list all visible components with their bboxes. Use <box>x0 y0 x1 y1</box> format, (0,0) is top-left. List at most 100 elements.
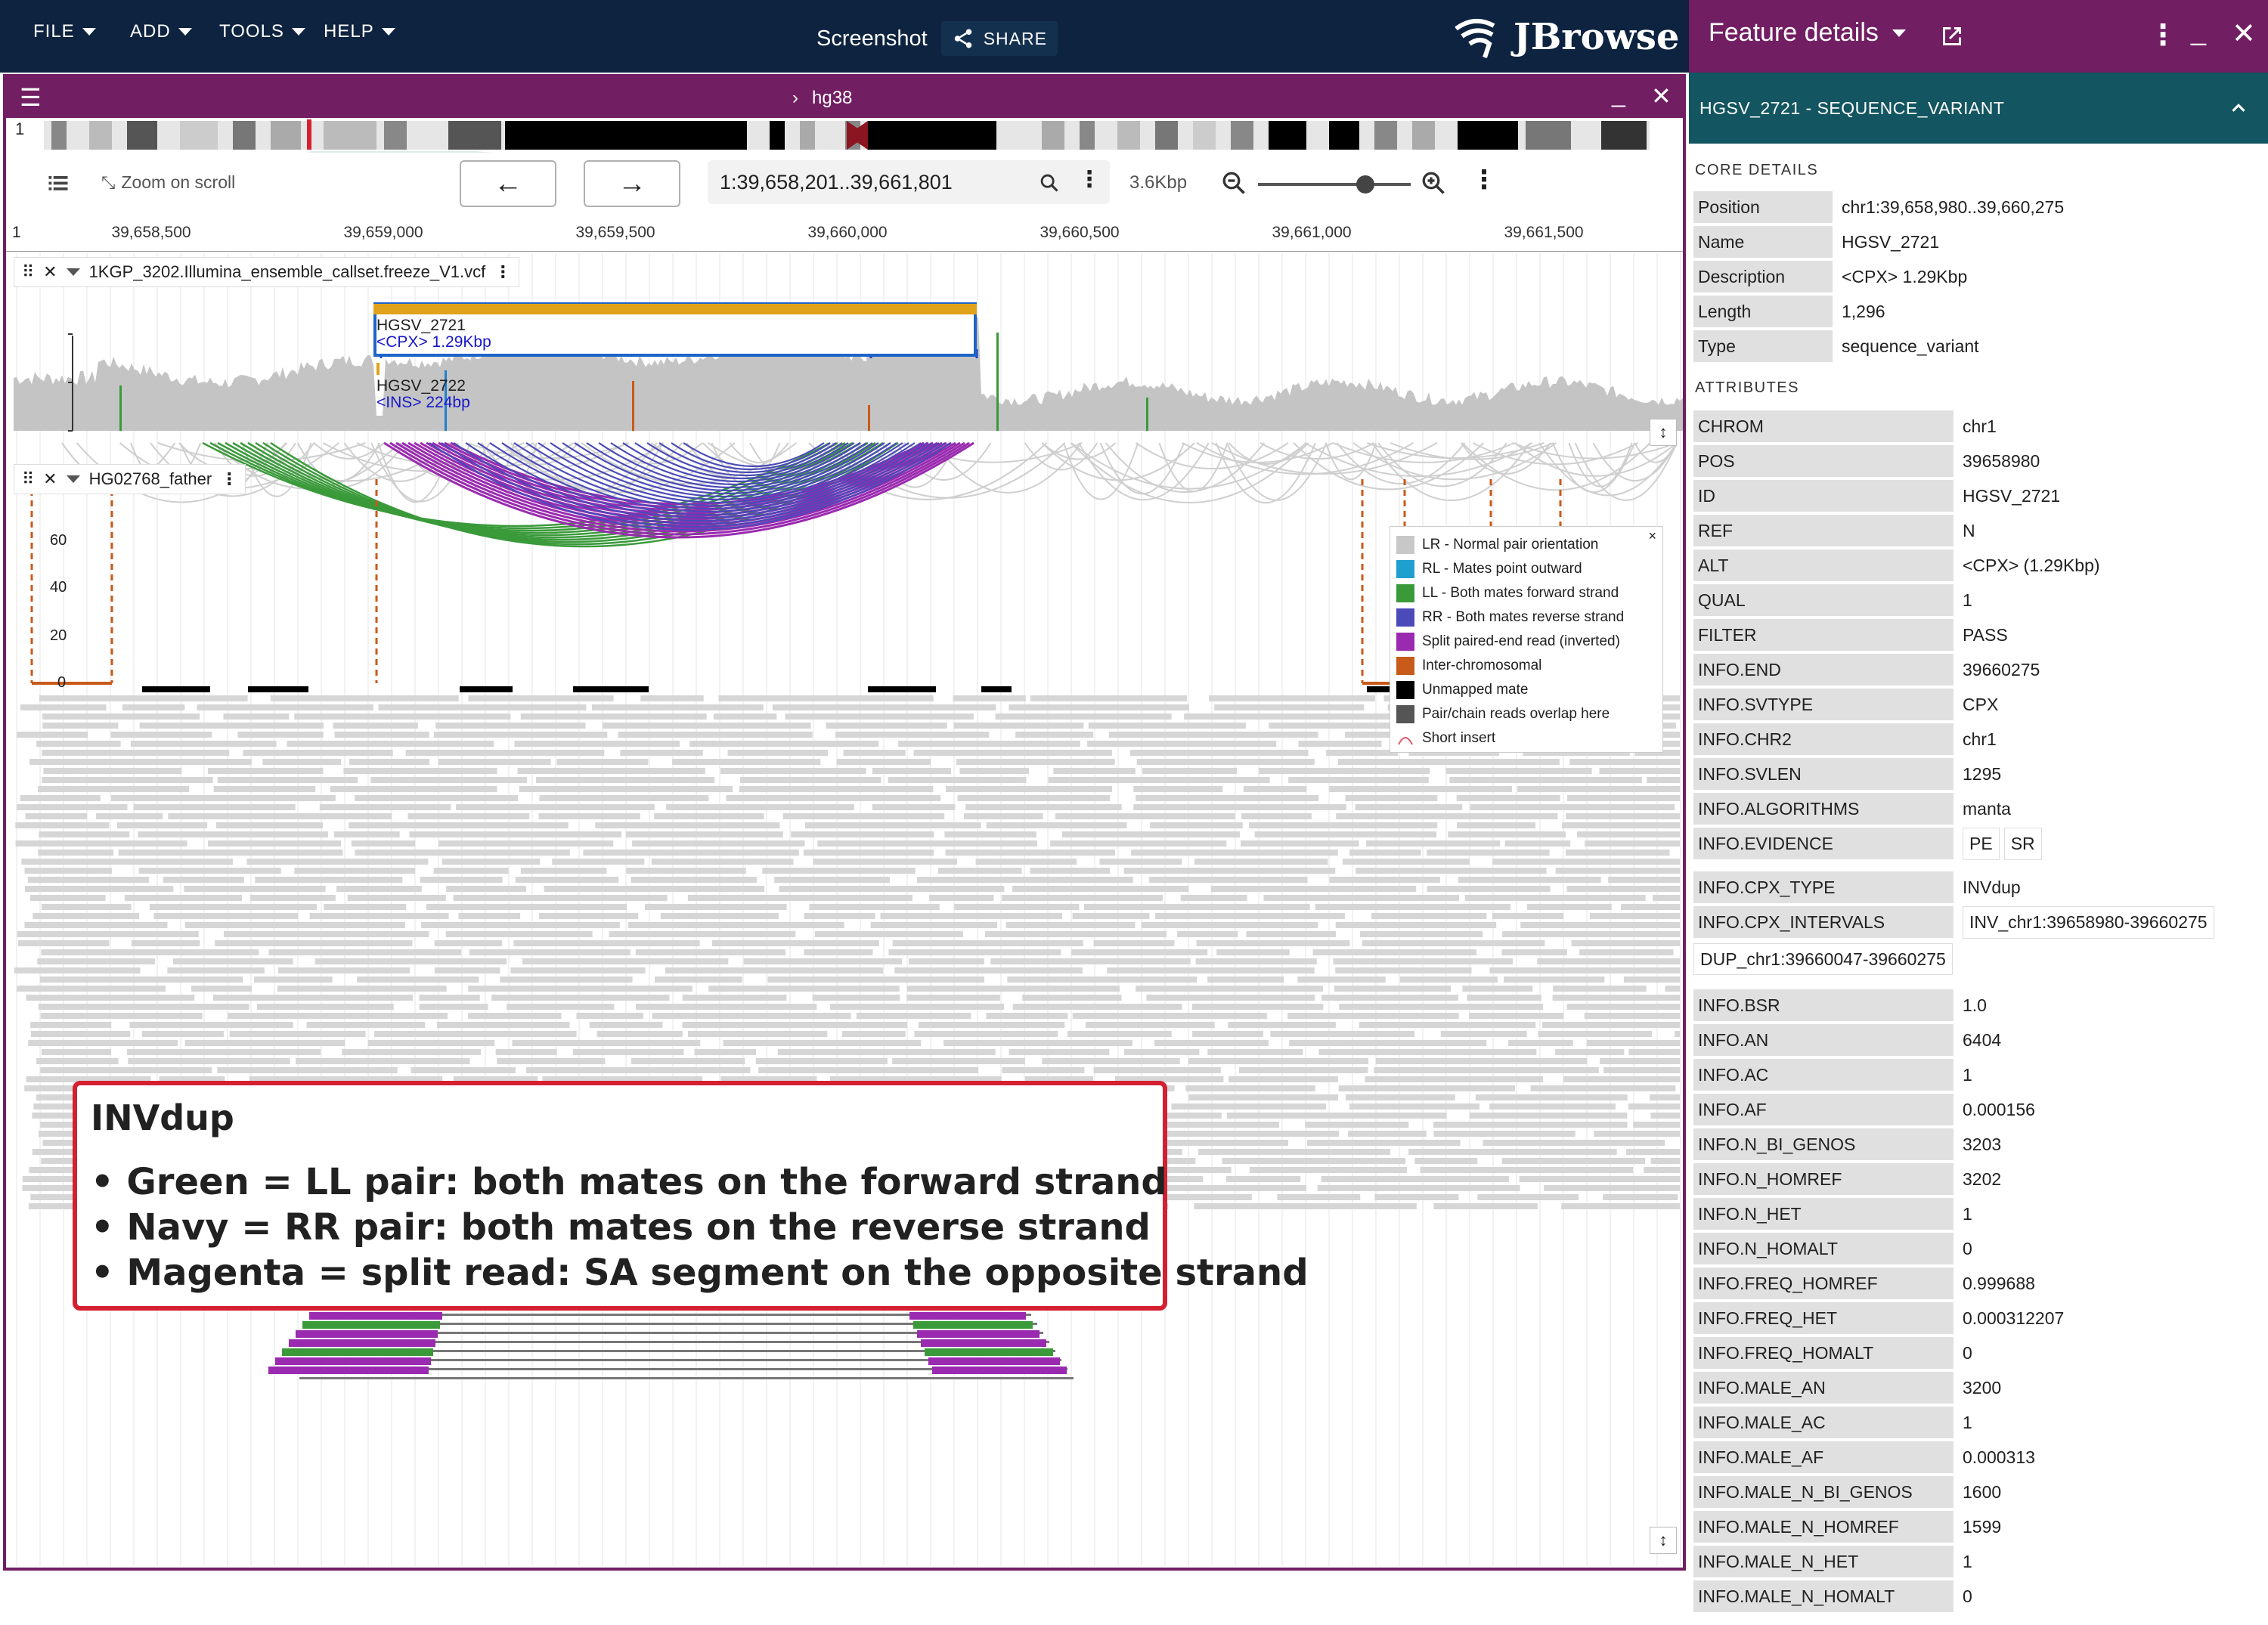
attr-value: 1 <box>1963 1412 1972 1432</box>
attr-key: INFO.N_HOMREF <box>1693 1163 1954 1195</box>
chevron-down-icon[interactable] <box>66 475 80 483</box>
drag-handle-icon[interactable]: ⠿ <box>22 262 34 282</box>
feature-header[interactable]: HGSV_2721 - SEQUENCE_VARIANT <box>1689 73 2268 144</box>
zoom-out-icon[interactable] <box>1220 169 1247 197</box>
vcf-track-label[interactable]: ⠿ ✕ 1KGP_3202.Illumina_ensemble_callset.… <box>14 257 520 287</box>
attr-row: INFO.END 39660275 <box>1693 653 2040 686</box>
attr-value: 39658980 <box>1963 450 2040 471</box>
more-vert-icon[interactable]: ⋮ <box>494 262 511 282</box>
tools-menu-label: TOOLS <box>219 21 284 42</box>
legend-label: Split paired-end read (inverted) <box>1422 633 1620 649</box>
arrow-left-icon: ← <box>494 167 522 200</box>
drawer-header: Feature details ⋮ _ ✕ <box>1689 0 2268 73</box>
share-icon <box>954 29 971 48</box>
more-vert-icon[interactable]: ⋮ <box>2149 18 2177 52</box>
help-menu-label: HELP <box>324 21 374 42</box>
track-resize-handle[interactable]: ↕ <box>1650 1527 1677 1554</box>
attr-row: INFO.FREQ_HOMREF 0.999688 <box>1693 1267 2035 1300</box>
drag-handle-icon[interactable]: ⠿ <box>22 469 34 489</box>
feature-details-panel: CORE DETAILS Position chr1:39,658,980..39… <box>1689 144 2268 1625</box>
location-search-input[interactable]: 1:39,658,201..39,661,801 ⋮ <box>708 160 1110 204</box>
help-menu-button[interactable]: HELP <box>324 21 395 42</box>
view-header: ☰ › hg38 _ ✕ <box>6 77 1683 118</box>
coordinate-ruler[interactable]: 1 39,658,500 39,659,000 39,659,500 39,660,0… <box>6 221 1683 252</box>
feature-hgsv-2721-bar[interactable] <box>373 304 977 314</box>
attr-value: <CPX> (1.29Kbp) <box>1963 555 2100 575</box>
legend-list: LR - Normal pair orientation RL - Mates p… <box>1390 527 1662 751</box>
feature-hgsv-2722-bar[interactable] <box>376 363 380 375</box>
open-in-new-icon[interactable] <box>1938 23 1966 50</box>
chevron-down-icon <box>82 28 96 36</box>
legend-label: LR - Normal pair orientation <box>1422 537 1599 552</box>
attr-row: INFO.FREQ_HOMALT 0 <box>1693 1336 1972 1370</box>
feature-desc: <INS> 224bp <box>376 394 470 411</box>
attr-value: HGSV_2721 <box>1963 485 2061 506</box>
minimize-icon[interactable]: _ <box>2191 15 2206 47</box>
jbrowse-logo: JBrowse <box>1452 14 1679 60</box>
attr-key: Type <box>1693 330 1833 362</box>
attr-key: INFO.N_BI_GENOS <box>1693 1128 1954 1160</box>
attr-row: INFO.MALE_N_HOMALT 0 <box>1693 1580 1972 1613</box>
attr-row: INFO.ALGORITHMS manta <box>1693 792 2011 825</box>
close-track-icon[interactable]: ✕ <box>43 262 57 282</box>
close-icon[interactable]: ✕ <box>2232 17 2256 51</box>
y-tick-label: 0 <box>57 674 67 691</box>
attr-row: INFO.N_HET 1 <box>1693 1197 1972 1230</box>
attr-key: INFO.EVIDENCE <box>1693 828 1954 859</box>
attr-key: INFO.FREQ_HET <box>1693 1302 1954 1334</box>
attr-row: ID HGSV_2721 <box>1693 479 2060 512</box>
zoom-on-scroll-toggle[interactable]: ⤡ Zoom on scroll <box>101 172 235 193</box>
alignment-track-label[interactable]: ⠿ ✕ HG02768_father ⋮ <box>14 464 246 494</box>
invdup-annotation: INVdup • Green = LL pair: both mates on … <box>73 1081 1309 1311</box>
legend-close-icon[interactable]: × <box>1648 528 1656 544</box>
chevron-down-icon[interactable] <box>66 268 80 276</box>
file-menu-label: FILE <box>33 21 75 42</box>
add-menu-button[interactable]: ADD <box>130 21 192 42</box>
attr-row: INFO.N_HOMALT 0 <box>1693 1232 1972 1265</box>
app-bar: FILE ADD TOOLS HELP Screenshot SHARE JBr… <box>0 0 1689 73</box>
close-view-icon[interactable]: ✕ <box>1651 82 1672 110</box>
legend-item: LR - Normal pair orientation <box>1390 533 1662 557</box>
attr-value: 39660275 <box>1963 659 2040 679</box>
ruler-tick-label: 39,659,500 <box>575 224 655 241</box>
zoom-slider-track[interactable] <box>1258 183 1411 186</box>
search-icon[interactable] <box>1039 172 1060 193</box>
pan-left-button[interactable]: ← <box>460 160 556 207</box>
feature-name: HGSV_2722 <box>376 377 466 395</box>
more-vert-icon[interactable]: ⋮ <box>221 469 237 489</box>
close-track-icon[interactable]: ✕ <box>43 469 57 489</box>
tools-menu-button[interactable]: TOOLS <box>219 21 305 42</box>
attr-key: FILTER <box>1693 619 1954 651</box>
file-menu-button[interactable]: FILE <box>33 21 96 42</box>
ruler-tick-label: 39,660,500 <box>1040 224 1120 241</box>
track-selector-icon[interactable] <box>45 172 71 195</box>
attr-row: INFO.MALE_N_BI_GENOS 1600 <box>1693 1475 2001 1509</box>
attr-value: 3202 <box>1963 1168 2002 1189</box>
feature-hgsv-2721-label: HGSV_2721 <CPX> 1.29Kbp <box>376 317 491 351</box>
zoom-slider-thumb[interactable] <box>1356 175 1374 193</box>
y-tick-label: 20 <box>50 627 67 644</box>
ruler-tick-label: 39,658,500 <box>111 224 191 241</box>
share-button[interactable]: SHARE <box>940 21 1058 56</box>
attr-key: INFO.AN <box>1693 1024 1954 1056</box>
drawer-title-button[interactable]: Feature details <box>1709 18 1906 48</box>
zoom-in-icon[interactable] <box>1420 169 1447 197</box>
attr-key: Name <box>1693 226 1833 258</box>
attr-value: PASS <box>1963 624 2008 645</box>
assembly-name[interactable]: hg38 <box>812 88 852 109</box>
hamburger-menu-icon[interactable]: ☰ <box>20 83 42 112</box>
attr-key: CHROM <box>1693 410 1954 442</box>
attr-row: Name HGSV_2721 <box>1693 225 1939 258</box>
more-vert-icon[interactable]: ⋮ <box>1471 165 1497 195</box>
attr-row-evidence: INFO.EVIDENCE PE SR <box>1693 827 2042 860</box>
attr-row: INFO.AN 6404 <box>1693 1023 2001 1057</box>
session-title[interactable]: Screenshot <box>816 26 928 51</box>
minimize-view-icon[interactable]: _ <box>1612 80 1625 108</box>
annotation-line-navy: • Navy = RR pair: both mates on the reve… <box>91 1206 1151 1249</box>
attr-row: INFO.BSR 1.0 <box>1693 989 1987 1022</box>
track-resize-handle[interactable]: ↕ <box>1650 419 1677 446</box>
pan-right-button[interactable]: → <box>584 160 680 207</box>
chromosome-ideogram[interactable]: 1 <box>6 118 1683 153</box>
legend-swatch <box>1396 705 1414 723</box>
more-vert-icon[interactable]: ⋮ <box>1078 166 1101 193</box>
